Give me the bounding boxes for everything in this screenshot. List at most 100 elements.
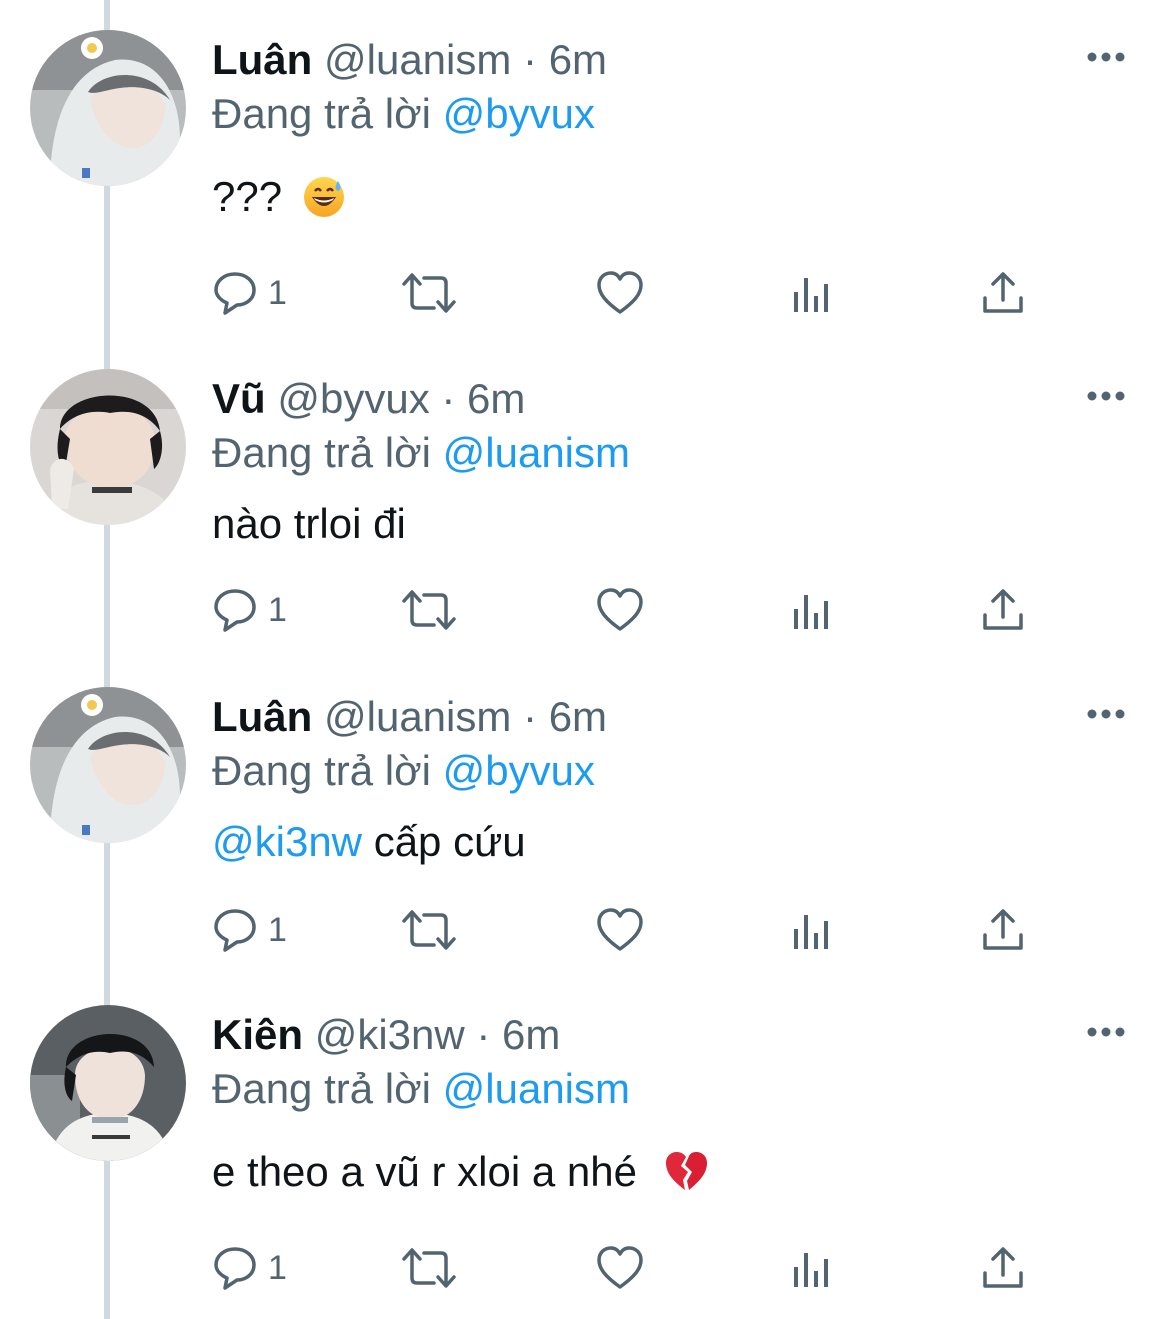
tweet-header: Vũ @byvux · 6m [212,373,525,425]
share-icon [983,909,1023,950]
more-icon[interactable] [1086,50,1126,64]
display-name[interactable]: Luân [212,36,312,83]
reply-button[interactable]: 1 [212,268,287,318]
retweet-button[interactable] [400,905,458,955]
separator-dot: · [476,1011,491,1058]
replying-to-mention[interactable]: @byvux [443,747,595,794]
separator-dot: · [441,375,456,422]
replying-to-mention[interactable]: @luanism [443,429,630,476]
replying-to-mention[interactable]: @luanism [443,1065,630,1112]
share-icon [983,272,1023,313]
tweet[interactable]: Luân @luanism · 6m Đang trả lời @byvux @… [0,657,1170,975]
tweet-text-content: nào trloi đi [212,500,406,547]
user-handle[interactable]: @luanism [324,36,511,83]
tweet-header: Luân @luanism · 6m [212,691,607,743]
more-icon[interactable] [1086,707,1126,721]
tweet-actions: 1 [212,905,1052,955]
views-button[interactable] [790,268,834,318]
avatar[interactable] [30,1005,186,1161]
timestamp[interactable]: 6m [467,375,525,422]
user-handle[interactable]: @luanism [324,693,511,740]
tweet-text-content: e theo a vũ r xloi a nhé [212,1148,637,1195]
retweet-icon [402,590,456,630]
tweet-header: Kiên @ki3nw · 6m [212,1009,560,1061]
reply-count: 1 [268,910,287,949]
tweet-text: nào trloi đi [212,497,406,551]
like-button[interactable] [596,585,644,635]
tweet-actions: 1 [212,268,1052,318]
body-mention-link[interactable]: @ki3nw [212,818,362,865]
timestamp[interactable]: 6m [549,36,607,83]
retweet-icon [402,910,456,950]
retweet-button[interactable] [400,268,458,318]
share-button[interactable] [980,905,1026,955]
like-button[interactable] [596,905,644,955]
tweet-actions: 1 [212,1243,1052,1293]
replying-prefix: Đang trả lời [212,429,431,476]
share-button[interactable] [980,585,1026,635]
avatar[interactable] [30,369,186,525]
more-icon[interactable] [1086,1025,1126,1039]
separator-dot: · [523,36,538,83]
avatar[interactable] [30,687,186,843]
display-name[interactable]: Vũ [212,375,266,422]
reply-icon [214,589,256,632]
like-button[interactable] [596,268,644,318]
replying-prefix: Đang trả lời [212,90,431,137]
tweet-actions: 1 [212,585,1052,635]
views-icon [794,595,828,629]
tweet[interactable]: Luân @luanism · 6m Đang trả lời @byvux ?… [0,0,1170,318]
replying-prefix: Đang trả lời [212,747,431,794]
like-button[interactable] [596,1243,644,1293]
views-icon [794,278,828,312]
reply-count: 1 [268,590,287,629]
user-handle[interactable]: @byvux [277,375,429,422]
reply-button[interactable]: 1 [212,585,287,635]
reply-icon [214,909,256,952]
like-icon [597,908,643,951]
replying-to: Đang trả lời @byvux [212,88,595,140]
timestamp[interactable]: 6m [502,1011,560,1058]
retweet-button[interactable] [400,1243,458,1293]
like-icon [597,271,643,314]
replying-prefix: Đang trả lời [212,1065,431,1112]
user-handle[interactable]: @ki3nw [315,1011,465,1058]
reply-button[interactable]: 1 [212,905,287,955]
replying-to: Đang trả lời @luanism [212,1063,630,1115]
share-button[interactable] [980,1243,1026,1293]
views-button[interactable] [790,585,834,635]
reply-button[interactable]: 1 [212,1243,287,1293]
tweet-header: Luân @luanism · 6m [212,34,607,86]
share-button[interactable] [980,268,1026,318]
tweet-text: @ki3nw cấp cứu [212,815,526,869]
views-button[interactable] [790,905,834,955]
separator-dot: · [523,693,538,740]
views-button[interactable] [790,1243,834,1293]
tweet-text-content: cấp cứu [373,818,526,865]
tweet[interactable]: Vũ @byvux · 6m Đang trả lời @luanism nào… [0,339,1170,657]
tweet-text: ??? [212,170,346,224]
avatar[interactable] [30,30,186,186]
tweet[interactable]: Kiên @ki3nw · 6m Đang trả lời @luanism e… [0,975,1170,1293]
share-icon [983,589,1023,630]
like-icon [597,588,643,631]
broken-heart-icon [665,1152,707,1190]
replying-to-mention[interactable]: @byvux [443,90,595,137]
like-icon [597,1246,643,1289]
timestamp[interactable]: 6m [549,693,607,740]
replying-to: Đang trả lời @byvux [212,745,595,797]
grinning-face-with-sweat-icon [303,177,344,217]
display-name[interactable]: Kiên [212,1011,303,1058]
share-icon [983,1247,1023,1288]
retweet-button[interactable] [400,585,458,635]
display-name[interactable]: Luân [212,693,312,740]
more-icon[interactable] [1086,389,1126,403]
reply-icon [214,1247,256,1290]
replying-to: Đang trả lời @luanism [212,427,630,479]
views-icon [794,915,828,949]
reply-icon [214,272,256,315]
tweet-text-content: ??? [212,173,283,220]
retweet-icon [402,273,456,313]
retweet-icon [402,1248,456,1288]
views-icon [794,1253,828,1287]
